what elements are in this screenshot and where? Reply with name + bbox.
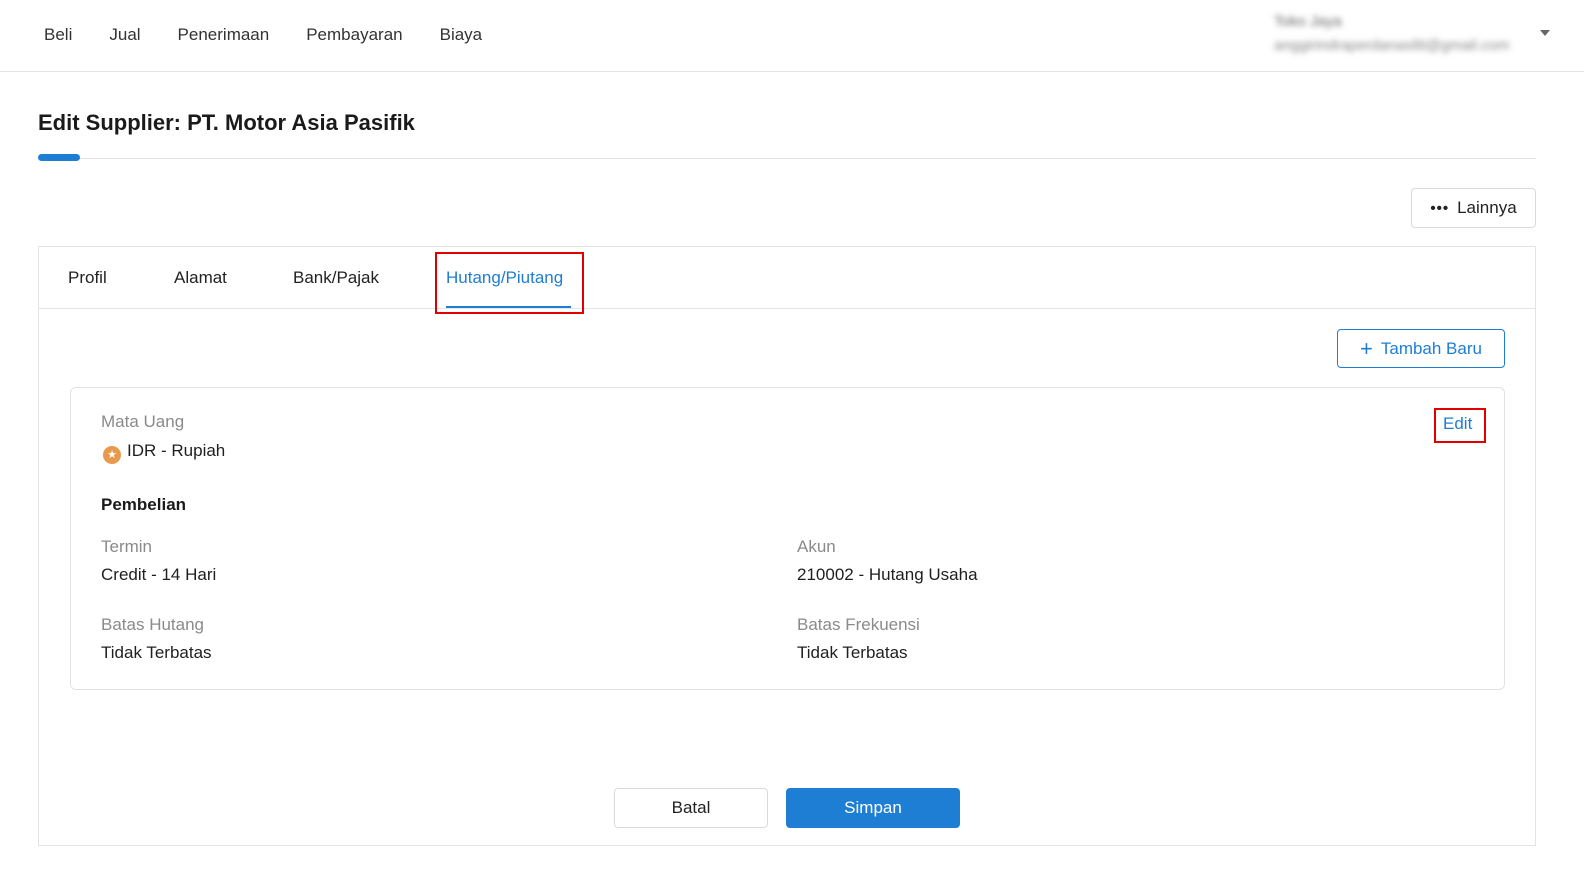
tab-alamat[interactable]: Alamat [174,267,227,289]
page-title: Edit Supplier: PT. Motor Asia Pasifik [38,110,415,135]
tab-bank-pajak[interactable]: Bank/Pajak [293,267,379,289]
akun-value: 210002 - Hutang Usaha [797,565,978,584]
termin-value: Credit - 14 Hari [101,565,217,584]
termin-label: Termin [101,537,153,556]
cancel-button[interactable]: Batal [614,788,768,828]
top-navigation-bar: Beli Jual Penerimaan Pembayaran Biaya To… [0,0,1584,72]
user-menu[interactable]: Toko Jaya anggirindraperdanasilit@gmail.… [1274,12,1524,56]
tab-profil[interactable]: Profil [68,267,107,289]
nav-item-pembayaran[interactable]: Pembayaran [306,23,402,47]
more-options-button[interactable]: ••• Lainnya [1411,188,1536,228]
batas-frekuensi-label: Batas Frekuensi [797,615,920,634]
highlight-box-tab [435,252,584,314]
tab-bar: Profil Alamat Bank/Pajak Hutang/Piutang [39,247,1535,309]
nav-item-biaya[interactable]: Biaya [440,23,483,47]
title-accent-bar [38,154,80,161]
payable-info-card: Mata Uang ★ IDR - Rupiah Edit Pembelian T… [70,387,1505,690]
main-nav: Beli Jual Penerimaan Pembayaran Biaya [44,23,519,47]
section-title-pembelian: Pembelian [101,495,187,514]
ellipsis-icon: ••• [1430,199,1450,217]
batas-hutang-label: Batas Hutang [101,615,205,634]
nav-item-penerimaan[interactable]: Penerimaan [178,23,270,47]
highlight-box-edit [1434,408,1486,443]
chevron-down-icon[interactable] [1540,30,1550,36]
user-name: Toko Jaya [1274,13,1342,30]
more-options-label: Lainnya [1457,198,1517,217]
nav-item-jual[interactable]: Jual [109,23,140,47]
currency-label: Mata Uang [101,412,185,431]
divider [38,158,1536,159]
supplier-form-panel: Profil Alamat Bank/Pajak Hutang/Piutang … [38,246,1536,846]
currency-value-text: IDR - Rupiah [127,441,226,460]
nav-item-beli[interactable]: Beli [44,23,72,47]
add-new-label: Tambah Baru [1380,338,1482,358]
currency-value: ★ IDR - Rupiah [103,441,225,464]
add-new-button[interactable]: + Tambah Baru [1337,329,1505,368]
akun-label: Akun [797,537,836,556]
star-icon: ★ [103,446,121,464]
plus-icon: + [1360,335,1373,361]
user-email: anggirindraperdanasilit@gmail.com [1274,37,1510,54]
batas-hutang-value: Tidak Terbatas [101,643,212,662]
batas-frekuensi-value: Tidak Terbatas [797,643,908,662]
save-button[interactable]: Simpan [786,788,960,828]
